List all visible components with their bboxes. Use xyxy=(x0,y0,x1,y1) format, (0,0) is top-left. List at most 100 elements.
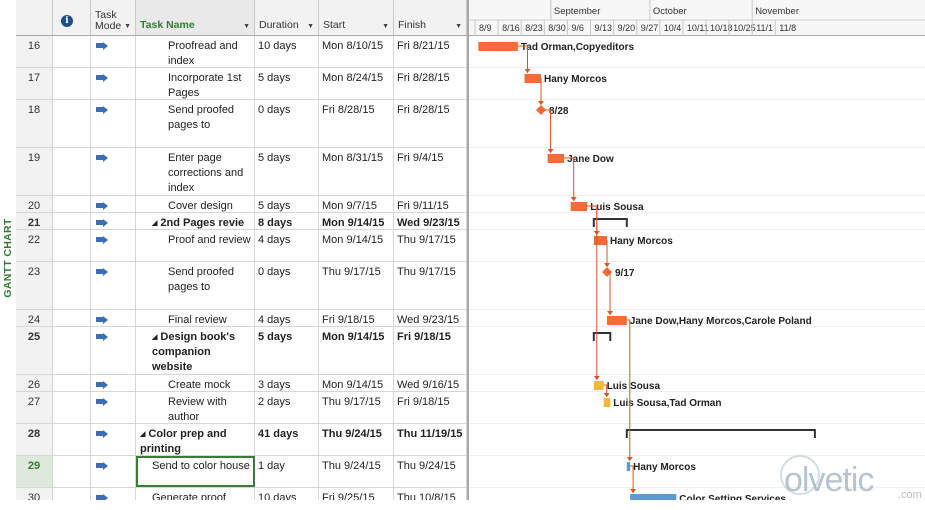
view-label-bar[interactable]: GANTT CHART xyxy=(0,0,16,500)
task-row[interactable]: 17 Incorporate 1st Pages 5 days Mon 8/24/15… xyxy=(16,68,467,100)
start-cell[interactable]: Thu 9/24/15 xyxy=(319,456,394,487)
task-mode-cell[interactable] xyxy=(91,68,136,99)
duration-cell[interactable]: 4 days xyxy=(255,230,319,261)
chevron-down-icon[interactable]: ▼ xyxy=(455,23,462,30)
row-id[interactable]: 29 xyxy=(16,456,53,487)
indicators-cell[interactable] xyxy=(53,456,91,487)
task-mode-cell[interactable] xyxy=(91,327,136,374)
task-name-header[interactable]: Task Name ▼ xyxy=(136,0,255,36)
task-row[interactable]: 16 Proofread and index 10 days Mon 8/10/15 F… xyxy=(16,36,467,68)
task-mode-cell[interactable] xyxy=(91,262,136,309)
row-id[interactable]: 19 xyxy=(16,148,53,195)
indicators-cell[interactable] xyxy=(53,375,91,391)
task-name-cell[interactable]: Review with author xyxy=(136,392,255,423)
duration-cell[interactable]: 5 days xyxy=(255,68,319,99)
task-row[interactable]: 28 ◢ Color prep and printing 41 days Thu 9/2… xyxy=(16,424,467,456)
start-cell[interactable]: Mon 9/14/15 xyxy=(319,375,394,391)
duration-cell[interactable]: 10 days xyxy=(255,36,319,67)
row-id[interactable]: 30 xyxy=(16,488,53,500)
task-row[interactable]: 27 Review with author 2 days Thu 9/17/15 Fri… xyxy=(16,392,467,424)
row-id[interactable]: 16 xyxy=(16,36,53,67)
row-id[interactable]: 27 xyxy=(16,392,53,423)
gantt-chart[interactable]: Tad Orman,Copyeditors Hany Morcos 8/28 Jane… xyxy=(467,0,925,500)
duration-header[interactable]: Duration ▼ xyxy=(255,0,319,36)
chevron-down-icon[interactable]: ▼ xyxy=(307,23,314,30)
finish-cell[interactable]: Thu 10/8/15 xyxy=(394,488,467,500)
task-mode-cell[interactable] xyxy=(91,375,136,391)
task-name-cell[interactable]: Send proofed pages to xyxy=(136,100,255,147)
row-id-header[interactable] xyxy=(16,0,53,36)
task-mode-cell[interactable] xyxy=(91,392,136,423)
chevron-down-icon[interactable]: ▼ xyxy=(382,23,389,30)
task-mode-cell[interactable] xyxy=(91,424,136,455)
task-name-cell[interactable]: ◢ 2nd Pages revie xyxy=(136,213,255,229)
start-cell[interactable]: Mon 9/14/15 xyxy=(319,213,394,229)
row-id[interactable]: 17 xyxy=(16,68,53,99)
start-cell[interactable]: Mon 8/24/15 xyxy=(319,68,394,99)
task-name-cell[interactable]: Incorporate 1st Pages xyxy=(136,68,255,99)
finish-header[interactable]: Finish ▼ xyxy=(394,0,467,36)
collapse-icon[interactable]: ◢ xyxy=(140,431,145,438)
finish-cell[interactable]: Fri 9/4/15 xyxy=(394,148,467,195)
duration-cell[interactable]: 0 days xyxy=(255,262,319,309)
task-mode-header[interactable]: Task Mode ▼ xyxy=(91,0,136,36)
start-cell[interactable]: Thu 9/17/15 xyxy=(319,392,394,423)
task-mode-cell[interactable] xyxy=(91,456,136,487)
finish-cell[interactable]: Thu 9/17/15 xyxy=(394,230,467,261)
task-mode-cell[interactable] xyxy=(91,148,136,195)
task-row[interactable]: 20 Cover design 5 days Mon 9/7/15 Fri 9/11/1… xyxy=(16,196,467,213)
row-id[interactable]: 25 xyxy=(16,327,53,374)
task-name-cell[interactable]: Proof and review xyxy=(136,230,255,261)
row-id[interactable]: 28 xyxy=(16,424,53,455)
task-row[interactable]: 21 ◢ 2nd Pages revie 8 days Mon 9/14/15 Wed 9… xyxy=(16,213,467,230)
task-mode-cell[interactable] xyxy=(91,36,136,67)
task-name-cell[interactable]: ◢ Design book's companion website xyxy=(136,327,255,374)
duration-cell[interactable]: 5 days xyxy=(255,327,319,374)
indicators-cell[interactable] xyxy=(53,230,91,261)
duration-cell[interactable]: 4 days xyxy=(255,310,319,326)
collapse-icon[interactable]: ◢ xyxy=(152,220,157,227)
task-row[interactable]: 18 Send proofed pages to 0 days Fri 8/28/15… xyxy=(16,100,467,148)
task-name-cell[interactable]: Send proofed pages to xyxy=(136,262,255,309)
indicators-cell[interactable] xyxy=(53,424,91,455)
finish-cell[interactable]: Wed 9/16/15 xyxy=(394,375,467,391)
duration-cell[interactable]: 0 days xyxy=(255,100,319,147)
indicators-cell[interactable] xyxy=(53,213,91,229)
duration-cell[interactable]: 10 days xyxy=(255,488,319,500)
task-mode-cell[interactable] xyxy=(91,310,136,326)
task-name-cell[interactable]: Send to color house xyxy=(136,456,255,487)
task-row[interactable]: 26 Create mock 3 days Mon 9/14/15 Wed 9/16/1… xyxy=(16,375,467,392)
finish-cell[interactable]: Fri 9/18/15 xyxy=(394,327,467,374)
task-name-cell[interactable]: Cover design xyxy=(136,196,255,212)
indicators-cell[interactable] xyxy=(53,196,91,212)
task-row[interactable]: 19 Enter page corrections and index 5 days… xyxy=(16,148,467,196)
task-row[interactable]: 23 Send proofed pages to 0 days Thu 9/17/15… xyxy=(16,262,467,310)
start-cell[interactable]: Mon 8/31/15 xyxy=(319,148,394,195)
duration-cell[interactable]: 8 days xyxy=(255,213,319,229)
task-name-cell[interactable]: Enter page corrections and index xyxy=(136,148,255,195)
indicators-cell[interactable] xyxy=(53,100,91,147)
duration-cell[interactable]: 1 day xyxy=(255,456,319,487)
finish-cell[interactable]: Fri 9/18/15 xyxy=(394,392,467,423)
row-id[interactable]: 18 xyxy=(16,100,53,147)
start-cell[interactable]: Mon 9/7/15 xyxy=(319,196,394,212)
start-header[interactable]: Start ▼ xyxy=(319,0,394,36)
row-id[interactable]: 26 xyxy=(16,375,53,391)
duration-cell[interactable]: 41 days xyxy=(255,424,319,455)
finish-cell[interactable]: Thu 11/19/15 xyxy=(394,424,467,455)
chevron-down-icon[interactable]: ▼ xyxy=(124,23,131,30)
start-cell[interactable]: Mon 9/14/15 xyxy=(319,327,394,374)
finish-cell[interactable]: Wed 9/23/15 xyxy=(394,213,467,229)
task-name-cell[interactable]: Generate proof xyxy=(136,488,255,500)
start-cell[interactable]: Fri 8/28/15 xyxy=(319,100,394,147)
task-row[interactable]: 29 Send to color house 1 day Thu 9/24/15 Thu… xyxy=(16,456,467,488)
duration-cell[interactable]: 5 days xyxy=(255,196,319,212)
task-row[interactable]: 30 Generate proof 10 days Fri 9/25/15 Thu 10… xyxy=(16,488,467,500)
start-cell[interactable]: Fri 9/18/15 xyxy=(319,310,394,326)
task-name-cell[interactable]: Final review xyxy=(136,310,255,326)
finish-cell[interactable]: Fri 9/11/15 xyxy=(394,196,467,212)
finish-cell[interactable]: Fri 8/28/15 xyxy=(394,100,467,147)
indicators-cell[interactable] xyxy=(53,310,91,326)
indicators-cell[interactable] xyxy=(53,327,91,374)
task-mode-cell[interactable] xyxy=(91,230,136,261)
